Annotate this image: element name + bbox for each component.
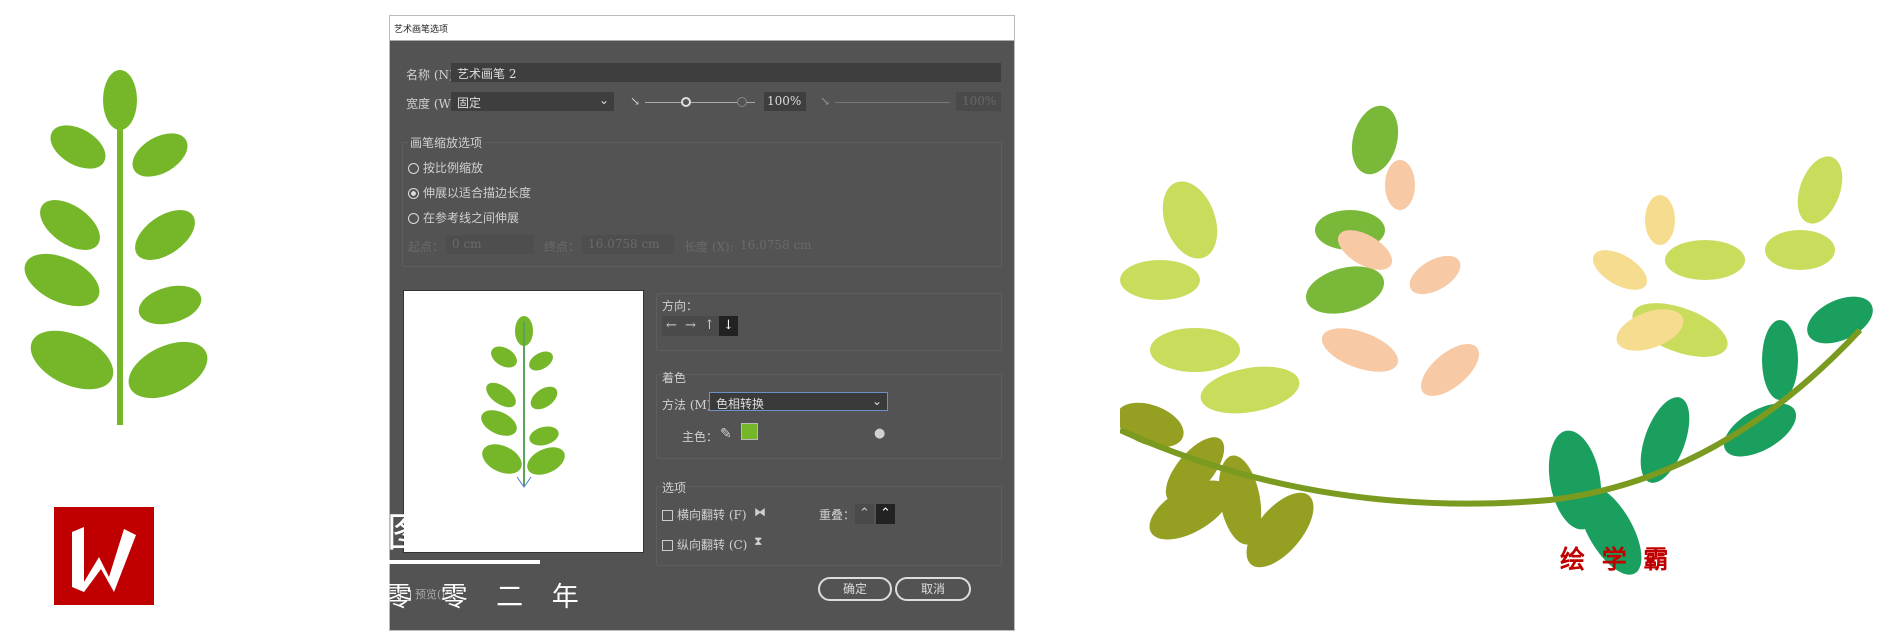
width-percent-input[interactable]: 100% — [764, 92, 806, 111]
chevron-down-icon: ⌄ — [598, 93, 609, 107]
cancel-button[interactable]: 取消 — [895, 577, 971, 601]
direction-up-button[interactable]: ↑ — [700, 316, 719, 336]
radio-label: 在参考线之间伸展 — [423, 211, 520, 225]
name-label: 名称 (N): — [406, 68, 458, 82]
radio-selected-icon — [408, 188, 419, 199]
radio-icon — [408, 213, 419, 224]
options-title: 选项 — [662, 481, 687, 495]
direction-left-button[interactable]: ← — [662, 316, 681, 336]
direction-buttons: ← → ↑ ↓ — [662, 314, 738, 336]
brand-logo — [54, 507, 154, 605]
checkbox-icon — [662, 510, 673, 521]
direction-right-button[interactable]: → — [681, 316, 700, 336]
flip-horizontal-icon: ⧓ — [754, 505, 766, 519]
radio-label: 按比例缩放 — [423, 161, 484, 175]
preview-plant — [481, 316, 565, 488]
name-input[interactable]: 艺术画笔 2 — [451, 63, 1001, 82]
width-slider-disabled-handle — [737, 97, 747, 107]
direction-down-button[interactable]: ↓ — [719, 316, 738, 336]
chevron-down-icon: ⌄ — [871, 394, 882, 408]
width-percent-disabled: 100% — [956, 92, 1001, 111]
art-brush-options-dialog: 艺术画笔选项 名称 (N): 艺术画笔 2 宽度 (W): 固定 ⌄ ↘ 100%… — [389, 15, 1015, 631]
flip-horizontal-label: 横向翻转 (F) — [677, 508, 747, 522]
width-slider-handle[interactable] — [681, 97, 691, 107]
radio-label: 伸展以适合描边长度 — [423, 186, 532, 200]
method-label: 方法 (M): — [662, 398, 716, 412]
length-label: 长度 (X): — [684, 240, 734, 254]
overlay-line — [388, 560, 540, 564]
ok-button[interactable]: 确定 — [818, 577, 892, 601]
key-color-label: 主色： — [682, 430, 719, 444]
overlap-label: 重叠： — [819, 508, 856, 522]
flip-horizontal-checkbox[interactable]: 横向翻转 (F) — [662, 506, 747, 523]
lightbulb-icon[interactable]: ● — [874, 426, 885, 441]
brand-name: 绘 学 霸 — [1560, 545, 1673, 574]
eyedropper-icon[interactable]: ✎ — [720, 426, 732, 442]
radio-icon — [408, 163, 419, 174]
brush-preview — [403, 290, 644, 553]
scale-group-title: 画笔缩放选项 — [408, 134, 485, 151]
width-slider-disabled — [835, 102, 950, 103]
checkbox-icon — [662, 540, 673, 551]
colorization-title: 着色 — [662, 371, 687, 385]
dialog-title: 艺术画笔选项 — [390, 16, 1014, 41]
overlap-adjust-button[interactable]: ⌃ — [855, 504, 874, 524]
radio-guides[interactable]: 在参考线之间伸展 — [408, 209, 519, 226]
plant-illustration — [24, 70, 208, 425]
end-label: 终点： — [544, 240, 581, 254]
flip-vertical-checkbox[interactable]: 纵向翻转 (C) — [662, 536, 747, 553]
start-label: 起点： — [408, 240, 445, 254]
flip-vertical-icon: ⧗ — [754, 534, 763, 548]
colorization-group — [656, 374, 1002, 459]
key-color-swatch[interactable] — [741, 423, 758, 440]
length-value: 16.0758 cm — [740, 238, 812, 252]
width-select[interactable]: 固定 ⌄ — [451, 92, 614, 111]
overlap-none-button[interactable]: ⌃ — [876, 504, 895, 524]
flip-vertical-label: 纵向翻转 (C) — [677, 538, 748, 552]
width-select-value: 固定 — [457, 96, 482, 110]
end-input: 16.0758 cm — [582, 235, 674, 254]
overlay-year: 零 零 二 年 — [385, 582, 589, 613]
method-select[interactable]: 色相转换 ⌄ — [709, 392, 888, 411]
options-group — [656, 486, 1002, 566]
brush-angle-icon: ↘ — [820, 94, 831, 108]
brush-angle-icon: ↘ — [630, 94, 641, 108]
start-input: 0 cm — [446, 235, 534, 254]
radio-proportional[interactable]: 按比例缩放 — [408, 159, 483, 176]
overlay-char: 图 — [387, 510, 427, 556]
method-select-value: 色相转换 — [716, 397, 765, 411]
direction-title: 方向： — [662, 299, 699, 313]
overlay-box — [1412, 537, 1460, 573]
radio-stretch[interactable]: 伸展以适合描边长度 — [408, 184, 531, 201]
